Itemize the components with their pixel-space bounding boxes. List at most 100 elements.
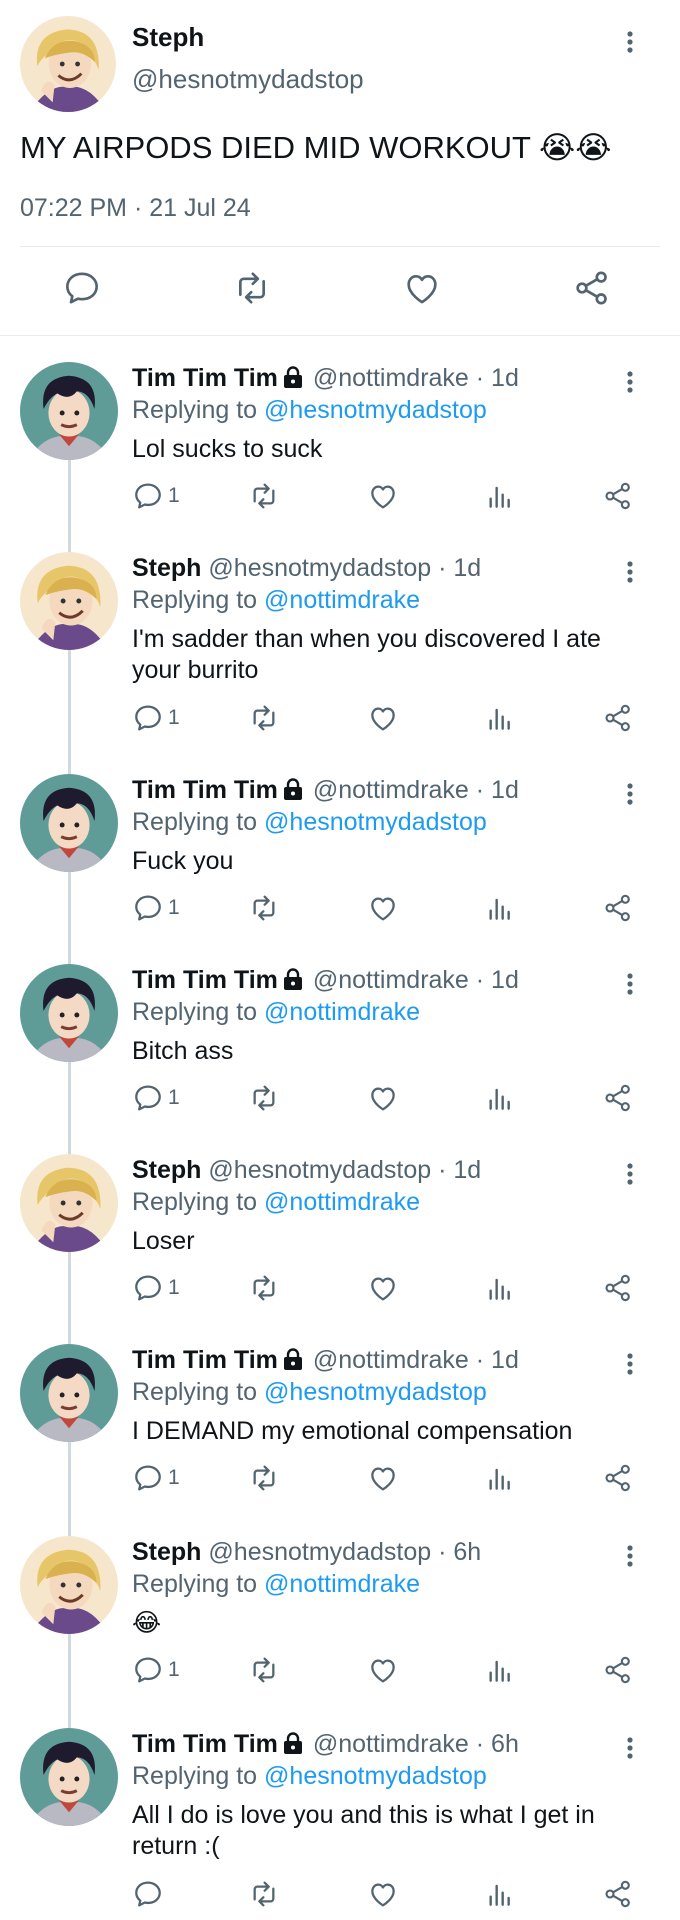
more-icon[interactable]	[626, 30, 634, 54]
author-handle[interactable]: @nottimdrake · 6h	[313, 1730, 519, 1758]
share-icon	[605, 1274, 630, 1302]
more-icon[interactable]	[626, 1544, 634, 1568]
like-icon	[371, 1277, 395, 1301]
retweet-button[interactable]	[248, 1460, 280, 1496]
more-icon[interactable]	[626, 782, 634, 806]
retweet-button[interactable]	[248, 478, 280, 514]
author-handle[interactable]: @nottimdrake · 1d	[313, 776, 519, 804]
like-button[interactable]	[367, 1270, 399, 1306]
avatar[interactable]	[20, 1536, 118, 1634]
reply-button[interactable]: 1	[132, 1080, 180, 1116]
mention-link[interactable]: @nottimdrake	[264, 586, 420, 614]
retweet-button[interactable]	[248, 890, 280, 926]
author-name[interactable]: Steph	[132, 22, 204, 53]
like-icon	[407, 275, 437, 304]
mention-link[interactable]: @nottimdrake	[264, 1188, 420, 1216]
views-button[interactable]	[484, 1080, 516, 1116]
lock-icon	[282, 777, 304, 801]
share-button[interactable]	[602, 478, 634, 514]
avatar[interactable]	[20, 16, 116, 112]
reply-button[interactable]: 1	[132, 1270, 180, 1306]
like-icon	[371, 707, 395, 731]
views-icon	[489, 708, 510, 730]
retweet-button[interactable]	[248, 1652, 280, 1688]
share-button[interactable]	[602, 890, 634, 926]
mention-link[interactable]: @nottimdrake	[264, 1570, 420, 1598]
more-icon[interactable]	[626, 1162, 634, 1186]
like-button[interactable]	[367, 478, 399, 514]
mention-link[interactable]: @hesnotmydadstop	[264, 1378, 487, 1406]
reply-button[interactable]	[62, 268, 106, 312]
more-icon[interactable]	[626, 972, 634, 996]
replying-to: Replying to @nottimdrake	[132, 1568, 420, 1600]
like-button[interactable]	[367, 1652, 399, 1688]
avatar[interactable]	[20, 774, 118, 872]
like-button[interactable]	[367, 1460, 399, 1496]
avatar[interactable]	[20, 1154, 118, 1252]
share-button[interactable]	[602, 1876, 634, 1912]
like-button[interactable]	[367, 700, 399, 736]
views-button[interactable]	[484, 1270, 516, 1306]
author-handle[interactable]: @hesnotmydadstop · 1d	[208, 1156, 481, 1184]
mention-link[interactable]: @hesnotmydadstop	[264, 1762, 487, 1790]
like-button[interactable]	[367, 1080, 399, 1116]
lock-icon	[282, 365, 304, 389]
retweet-button[interactable]	[248, 1876, 280, 1912]
reply-button[interactable]: 1	[132, 1460, 180, 1496]
share-button[interactable]	[602, 1270, 634, 1306]
views-button[interactable]	[484, 1460, 516, 1496]
author-name[interactable]: Steph	[132, 1156, 201, 1184]
more-icon[interactable]	[626, 560, 634, 584]
like-button[interactable]	[367, 1876, 399, 1912]
reply-button[interactable]: 1	[132, 890, 180, 926]
avatar[interactable]	[20, 552, 118, 650]
more-icon[interactable]	[626, 370, 634, 394]
author-name[interactable]: Steph	[132, 554, 201, 582]
author-handle[interactable]: @hesnotmydadstop · 1d	[208, 554, 481, 582]
views-button[interactable]	[484, 478, 516, 514]
author-handle[interactable]: @nottimdrake · 1d	[313, 364, 519, 392]
share-button[interactable]	[602, 1460, 634, 1496]
author-handle[interactable]: @hesnotmydadstop	[132, 64, 364, 95]
mention-link[interactable]: @nottimdrake	[264, 998, 420, 1026]
like-button[interactable]	[367, 890, 399, 926]
replying-to-prefix: Replying to	[132, 1188, 265, 1216]
avatar[interactable]	[20, 1344, 118, 1442]
author-name[interactable]: Tim Tim Tim	[132, 1346, 278, 1374]
reply-button[interactable]: 1	[132, 700, 180, 736]
author-handle[interactable]: @nottimdrake · 1d	[313, 1346, 519, 1374]
avatar[interactable]	[20, 1728, 118, 1826]
retweet-button[interactable]	[248, 1080, 280, 1116]
mention-link[interactable]: @hesnotmydadstop	[264, 808, 487, 836]
author-name[interactable]: Tim Tim Tim	[132, 966, 278, 994]
author-name[interactable]: Tim Tim Tim	[132, 776, 278, 804]
avatar[interactable]	[20, 964, 118, 1062]
mention-link[interactable]: @hesnotmydadstop	[264, 396, 487, 424]
share-button[interactable]	[572, 268, 616, 312]
reply-button[interactable]: 1	[132, 478, 180, 514]
retweet-button[interactable]	[248, 700, 280, 736]
share-button[interactable]	[602, 1080, 634, 1116]
like-button[interactable]	[402, 268, 446, 312]
author-name[interactable]: Tim Tim Tim	[132, 364, 278, 392]
reply-text: Lol sucks to suck	[132, 435, 323, 463]
avatar[interactable]	[20, 362, 118, 460]
more-icon[interactable]	[626, 1736, 634, 1760]
share-button[interactable]	[602, 700, 634, 736]
views-button[interactable]	[484, 890, 516, 926]
retweet-button[interactable]	[232, 268, 276, 312]
reply-button[interactable]: 1	[132, 1652, 180, 1688]
author-handle[interactable]: @nottimdrake · 1d	[313, 966, 519, 994]
author-name[interactable]: Steph	[132, 1538, 201, 1566]
reply-button[interactable]	[132, 1876, 168, 1912]
views-button[interactable]	[484, 700, 516, 736]
share-button[interactable]	[602, 1652, 634, 1688]
reply-text: 😂	[132, 1609, 162, 1637]
retweet-button[interactable]	[248, 1270, 280, 1306]
share-icon	[605, 1880, 630, 1908]
views-button[interactable]	[484, 1652, 516, 1688]
views-button[interactable]	[484, 1876, 516, 1912]
author-name[interactable]: Tim Tim Tim	[132, 1730, 278, 1758]
more-icon[interactable]	[626, 1352, 634, 1376]
author-handle[interactable]: @hesnotmydadstop · 6h	[208, 1538, 481, 1566]
